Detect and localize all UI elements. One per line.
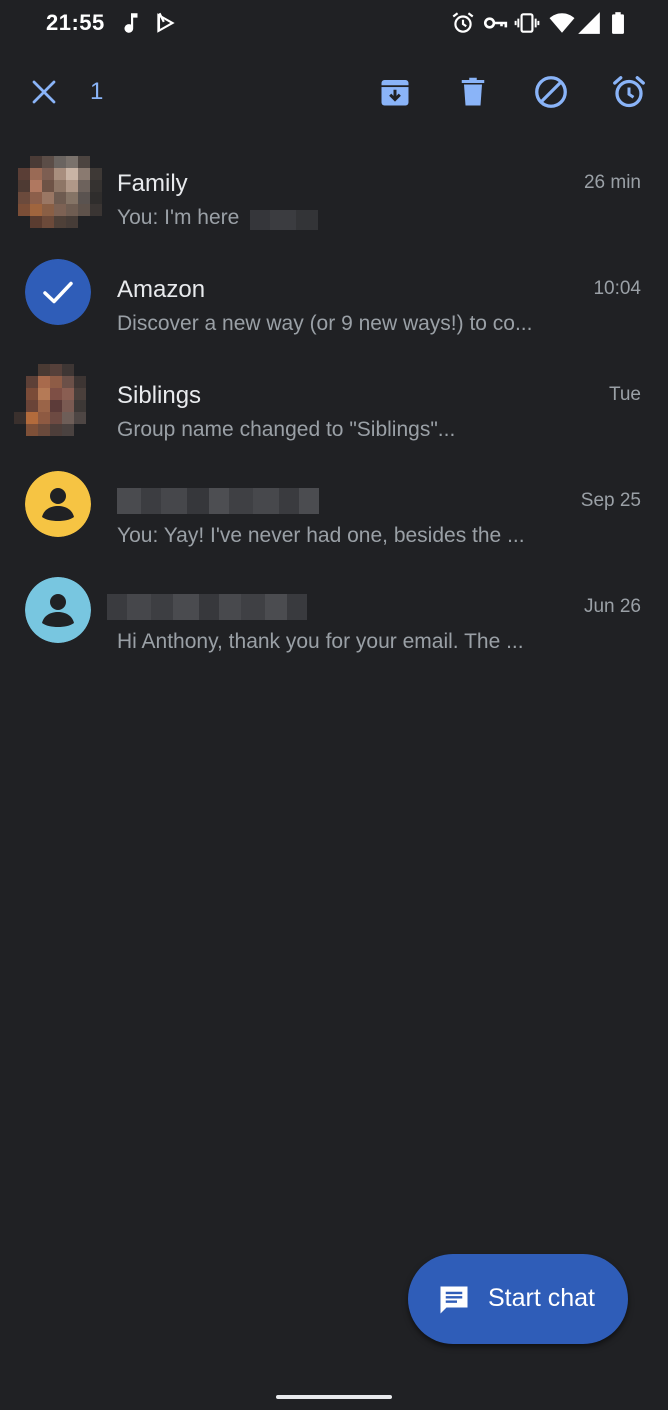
conversation-time: 26 min (583, 172, 641, 193)
group-avatar-photo (14, 364, 86, 436)
close-icon (32, 80, 56, 104)
selection-action-bar: 1 (0, 56, 668, 128)
conversation-time: Jun 26 (583, 596, 641, 617)
conversation-time: Tue (608, 384, 641, 405)
home-gesture-bar[interactable] (276, 1395, 392, 1399)
conversation-name: Amazon (117, 276, 206, 303)
selected-count: 1 (90, 78, 104, 105)
conversation-snippet: Hi Anthony, thank you for your email. Th… (117, 630, 524, 653)
status-time: 21:55 (46, 10, 105, 35)
conversation-snippet: Discover a new way (or 9 new ways!) to c… (117, 312, 533, 335)
wifi-icon (549, 13, 575, 33)
conversation-snippet: You: I'm here (117, 206, 240, 229)
conversation-time: 10:04 (593, 278, 641, 299)
signal-icon (578, 12, 600, 34)
redacted-text-block (250, 210, 318, 230)
redacted-contact-name (107, 594, 307, 620)
conversation-item-family[interactable]: Family You: I'm here 26 min (0, 132, 668, 238)
start-chat-button[interactable]: Start chat (408, 1254, 628, 1344)
redacted-contact-name (117, 488, 319, 514)
snooze-icon (613, 76, 645, 108)
archive-button[interactable] (373, 70, 417, 114)
conversation-item-siblings[interactable]: Siblings Group name changed to "Siblings… (0, 344, 668, 450)
archive-icon (381, 80, 409, 106)
status-bar: 21:55 (0, 0, 668, 48)
person-icon (50, 488, 66, 504)
close-selection-button[interactable] (22, 70, 66, 114)
delete-icon (461, 77, 485, 106)
group-avatar-photo (18, 156, 102, 228)
conversation-time: Sep 25 (580, 490, 641, 511)
person-avatar (25, 577, 91, 643)
conversation-list: Family You: I'm here 26 min Amazon Disco… (0, 132, 668, 662)
conversation-snippet: Group name changed to "Siblings"... (117, 418, 456, 441)
conversation-name: Family (117, 170, 188, 197)
battery-icon (612, 12, 624, 34)
vpn-key-icon (483, 17, 508, 29)
conversation-item-contact[interactable]: Hi Anthony, thank you for your email. Th… (0, 556, 668, 662)
conversation-name: Siblings (117, 382, 202, 409)
block-icon (535, 76, 567, 108)
person-icon (50, 594, 66, 610)
play-store-icon (157, 12, 175, 33)
alarm-icon (452, 12, 474, 33)
snooze-button[interactable] (607, 70, 651, 114)
music-note-icon (124, 13, 138, 33)
selected-check-avatar (25, 259, 91, 325)
delete-button[interactable] (451, 70, 495, 114)
vibrate-icon (514, 13, 540, 33)
start-chat-label: Start chat (488, 1284, 595, 1312)
block-button[interactable] (529, 70, 573, 114)
conversation-item-contact[interactable]: You: Yay! I've never had one, besides th… (0, 450, 668, 556)
message-icon (440, 1286, 468, 1314)
conversation-snippet: You: Yay! I've never had one, besides th… (117, 524, 525, 547)
conversation-item-amazon[interactable]: Amazon Discover a new way (or 9 new ways… (0, 238, 668, 344)
person-avatar (25, 471, 91, 537)
